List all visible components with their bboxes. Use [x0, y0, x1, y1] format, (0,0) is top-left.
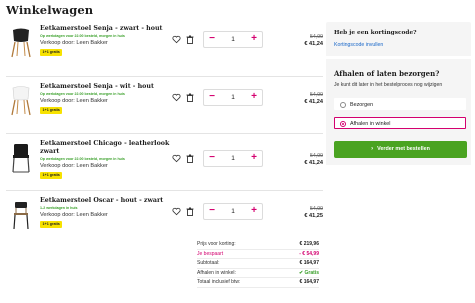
quantity-input[interactable]: 1 — [220, 90, 246, 105]
old-price: 54,99 — [310, 34, 323, 40]
heart-icon[interactable] — [172, 154, 181, 163]
radio-selected-icon[interactable] — [340, 121, 346, 127]
product-image[interactable] — [8, 85, 34, 117]
option-label: Bezorgen — [350, 102, 374, 108]
stock-status: Op werkdagen voor 22.00 besteld, morgen … — [40, 34, 125, 38]
decrease-button[interactable]: − — [204, 90, 220, 105]
coupon-title: Heb je een kortingscode? — [334, 30, 417, 36]
chevron-right-icon: › — [371, 146, 374, 152]
quantity-input[interactable]: 1 — [220, 32, 246, 47]
quantity-stepper: − 1 + — [203, 89, 263, 106]
option-label: Afhalen in winkel — [350, 121, 391, 127]
product-image[interactable] — [8, 27, 34, 59]
delivery-option-bezorgen[interactable]: Bezorgen — [334, 98, 466, 110]
checkout-button-label: Verder met bestellen — [377, 146, 430, 152]
totals-amount: € 219,96 — [299, 241, 319, 247]
trash-icon[interactable] — [186, 154, 194, 163]
heart-icon[interactable] — [172, 93, 181, 102]
increase-button[interactable]: + — [246, 90, 262, 105]
totals-row-total: Totaal inclusief btw: € 164,97 — [197, 278, 319, 288]
promo-badge: 1+1 gratis — [40, 172, 63, 179]
seller-label: Verkoop door: Leen Bakker — [40, 212, 108, 218]
cart-item: Eetkamerstoel Senja - zwart - hout Op we… — [6, 19, 323, 76]
product-title[interactable]: Eetkamerstoel Senja - wit - hout — [40, 83, 170, 91]
product-title[interactable]: Eetkamerstoel Senja - zwart - hout — [40, 25, 170, 33]
quantity-input[interactable]: 1 — [220, 204, 246, 219]
totals-label: Je bespaart — [197, 250, 224, 257]
heart-icon[interactable] — [172, 35, 181, 44]
promo-badge: 1+1 gratis — [40, 221, 63, 228]
totals-amount: - € 54,99 — [299, 250, 319, 257]
item-price: € 41,25 — [304, 213, 323, 219]
decrease-button[interactable]: − — [204, 32, 220, 47]
trash-icon[interactable] — [186, 35, 194, 44]
product-title[interactable]: Eetkamerstoel Oscar - hout - zwart — [40, 197, 170, 205]
increase-button[interactable]: + — [246, 204, 262, 219]
old-price: 54,99 — [310, 92, 323, 98]
totals-row-subtotal: Subtotaal: € 164,97 — [197, 259, 319, 269]
seller-label: Verkoop door: Leen Bakker — [40, 163, 108, 169]
increase-button[interactable]: + — [246, 151, 262, 166]
seller-label: Verkoop door: Leen Bakker — [40, 98, 108, 104]
item-price: € 41,24 — [304, 99, 323, 105]
quantity-stepper: − 1 + — [203, 150, 263, 167]
checkout-button[interactable]: › Verder met bestellen — [334, 141, 467, 158]
coupon-link[interactable]: Kortingscode invullen — [334, 42, 383, 48]
cart-item: Eetkamerstoel Oscar - hout - zwart 1-2 w… — [6, 190, 323, 247]
totals-row-shipping: Afhalen in winkel: ✔ Gratis — [197, 269, 319, 278]
totals-amount: € 164,97 — [299, 260, 319, 266]
stock-status: Op werkdagen voor 22.00 besteld, morgen … — [40, 157, 125, 161]
trash-icon[interactable] — [186, 207, 194, 216]
product-image[interactable] — [8, 199, 34, 231]
totals-row-discount: Je bespaart - € 54,99 — [197, 250, 319, 259]
totals-label: Totaal inclusief btw: — [197, 279, 241, 285]
totals-label: Subtotaal: — [197, 260, 220, 266]
totals-amount: € 164,97 — [299, 279, 319, 285]
page-title: Winkelwagen — [6, 3, 94, 17]
decrease-button[interactable]: − — [204, 204, 220, 219]
totals-row: Prijs voor korting: € 219,96 — [197, 240, 319, 250]
cart-item: Eetkamerstoel Chicago - leatherlook zwar… — [6, 133, 323, 190]
item-price: € 41,24 — [304, 41, 323, 47]
item-price: € 41,24 — [304, 160, 323, 166]
shipping-free-label: Gratis — [304, 269, 319, 276]
old-price: 54,99 — [310, 206, 323, 212]
radio-icon[interactable] — [340, 102, 346, 108]
stock-status: Op werkdagen voor 22.00 besteld, morgen … — [40, 92, 125, 96]
delivery-description: Je kunt dit later in het bestelproces no… — [334, 82, 443, 88]
order-totals: Prijs voor korting: € 219,96 Je bespaart… — [197, 240, 319, 288]
totals-amount: ✔ Gratis — [299, 270, 319, 276]
delivery-option-afhalen[interactable]: Afhalen in winkel — [334, 117, 466, 129]
cart-item: Eetkamerstoel Senja - wit - hout Op werk… — [6, 76, 323, 133]
totals-label: Afhalen in winkel: — [197, 269, 236, 276]
quantity-stepper: − 1 + — [203, 203, 263, 220]
product-title[interactable]: Eetkamerstoel Chicago - leatherlook zwar… — [40, 140, 170, 156]
totals-label: Prijs voor korting: — [197, 241, 236, 247]
delivery-title: Afhalen of laten bezorgen? — [334, 69, 440, 78]
promo-badge: 1+1 gratis — [40, 107, 63, 114]
quantity-stepper: − 1 + — [203, 31, 263, 48]
promo-badge: 1+1 gratis — [40, 49, 63, 56]
product-image[interactable] — [8, 142, 34, 174]
stock-status: 1-2 werkdagen in huis — [40, 206, 78, 210]
decrease-button[interactable]: − — [204, 151, 220, 166]
increase-button[interactable]: + — [246, 32, 262, 47]
quantity-input[interactable]: 1 — [220, 151, 246, 166]
trash-icon[interactable] — [186, 93, 194, 102]
seller-label: Verkoop door: Leen Bakker — [40, 40, 108, 46]
cart-list: Eetkamerstoel Senja - zwart - hout Op we… — [6, 19, 323, 247]
heart-icon[interactable] — [172, 207, 181, 216]
checkout-sidebar: Heb je een kortingscode? Kortingscode in… — [326, 22, 471, 165]
old-price: 54,99 — [310, 153, 323, 159]
